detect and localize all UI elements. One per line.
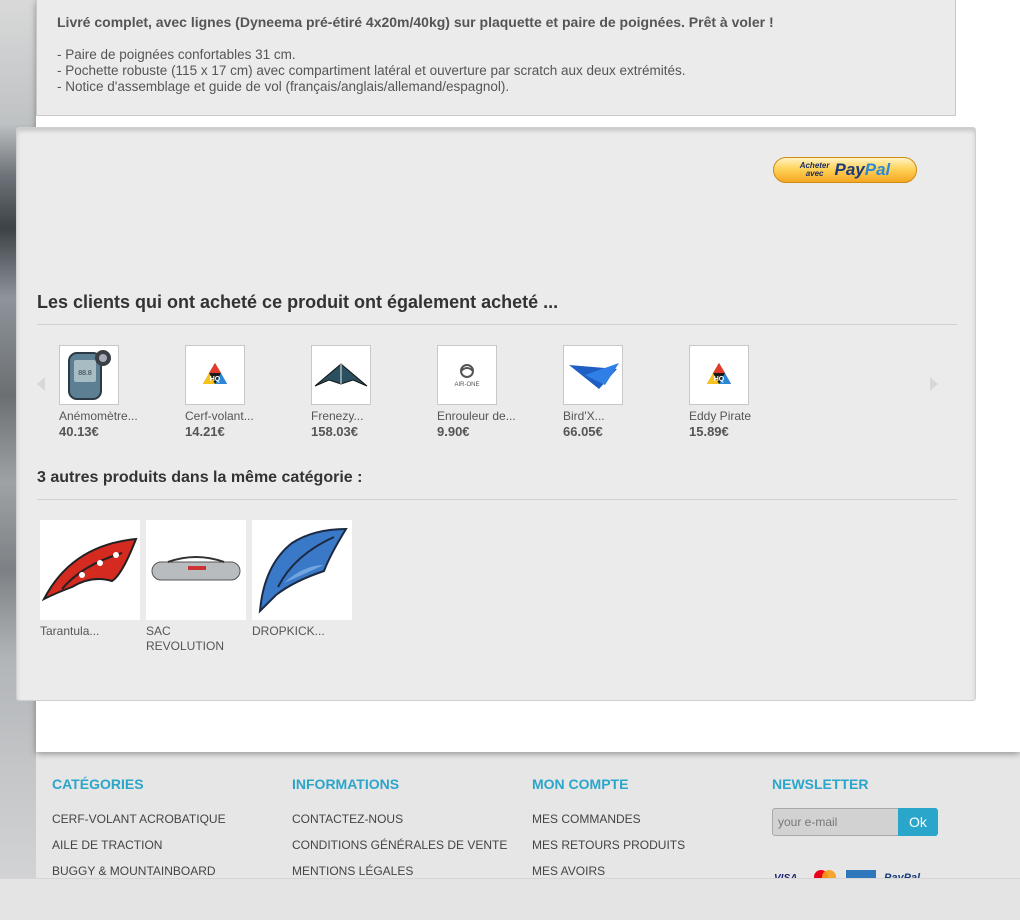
product-name[interactable]: Enrouleur de... — [437, 409, 547, 423]
blue-kite-icon[interactable] — [252, 520, 352, 620]
footer-heading: MON COMPTE — [532, 776, 629, 792]
product-description: Livré complet, avec lignes (Dyneema pré-… — [36, 0, 956, 116]
product-name[interactable]: Frenezy... — [311, 409, 421, 423]
air-one-logo-icon[interactable]: AIR-ONE — [437, 345, 497, 405]
anemometer-icon[interactable]: 88.8 — [59, 345, 119, 405]
svg-text:HQ: HQ — [210, 376, 221, 383]
carousel-next-arrow[interactable] — [930, 377, 938, 391]
newsletter-submit-button[interactable]: Ok — [898, 808, 938, 836]
cross-selling-item[interactable]: HQ Eddy Pirate 15.89€ — [689, 345, 799, 439]
product-price: 15.89€ — [689, 424, 729, 439]
footer-link[interactable]: MES COMMANDES — [532, 812, 685, 838]
category-product-item[interactable]: Tarantula... — [40, 520, 140, 639]
product-name[interactable]: Tarantula... — [40, 624, 140, 639]
description-line: - Notice d'assemblage et guide de vol (f… — [57, 79, 510, 94]
product-name[interactable]: SAC REVOLUTION — [146, 624, 246, 654]
svg-text:88.8: 88.8 — [78, 370, 92, 377]
cross-selling-item[interactable]: Frenezy... 158.03€ — [311, 345, 421, 439]
paypal-button[interactable]: Acheter avec PayPal — [773, 157, 917, 183]
cross-selling-item[interactable]: Bird'X... 66.05€ — [563, 345, 673, 439]
product-name[interactable]: Eddy Pirate — [689, 409, 799, 423]
footer-informations: INFORMATIONS CONTACTEZ-NOUS CONDITIONS G… — [292, 776, 507, 890]
carousel-prev-arrow[interactable] — [37, 377, 45, 391]
footer-link[interactable]: CONTACTEZ-NOUS — [292, 812, 507, 838]
footer-link[interactable]: CERF-VOLANT ACROBATIQUE — [52, 812, 226, 838]
divider — [37, 499, 957, 500]
stunt-kite-icon[interactable] — [311, 345, 371, 405]
kite-bag-icon[interactable] — [146, 520, 246, 620]
cross-selling-item[interactable]: AIR-ONE Enrouleur de... 9.90€ — [437, 345, 547, 439]
svg-text:HQ: HQ — [714, 376, 725, 383]
product-name[interactable]: Anémomètre... — [59, 409, 169, 423]
category-product-item[interactable]: SAC REVOLUTION — [146, 520, 246, 654]
footer-link[interactable]: CONDITIONS GÉNÉRALES DE VENTE — [292, 838, 507, 864]
description-lead: Livré complet, avec lignes (Dyneema pré-… — [57, 14, 774, 30]
footer-link[interactable]: MES RETOURS PRODUITS — [532, 838, 685, 864]
product-extra-panel: Acheter avec PayPal Les clients qui ont … — [16, 127, 976, 701]
paypal-button-text: Acheter avec — [799, 161, 830, 178]
product-price: 158.03€ — [311, 424, 358, 439]
product-price: 40.13€ — [59, 424, 99, 439]
description-line: - Paire de poignées confortables 31 cm. — [57, 47, 296, 62]
divider — [37, 324, 957, 325]
red-kite-icon[interactable] — [40, 520, 140, 620]
footer-heading: CATÉGORIES — [52, 776, 144, 792]
category-products-title: 3 autres produits dans la même catégorie… — [37, 469, 363, 486]
category-product-item[interactable]: DROPKICK... — [252, 520, 352, 639]
hq-logo-icon[interactable]: HQ — [689, 345, 749, 405]
cross-selling-title: Les clients qui ont acheté ce produit on… — [37, 292, 559, 312]
footer-link[interactable]: AILE DE TRACTION — [52, 838, 226, 864]
paypal-logo: PayPal — [834, 160, 891, 179]
newsletter-email-input[interactable] — [772, 808, 900, 836]
description-line: - Pochette robuste (115 x 17 cm) avec co… — [57, 63, 686, 78]
product-price: 14.21€ — [185, 424, 225, 439]
footer-newsletter: NEWSLETTER — [772, 776, 868, 812]
blue-kite-icon[interactable] — [563, 345, 623, 405]
cross-selling-item[interactable]: HQ Cerf-volant... 14.21€ — [185, 345, 295, 439]
footer-heading: NEWSLETTER — [772, 776, 869, 792]
product-name[interactable]: Bird'X... — [563, 409, 673, 423]
cross-selling-item[interactable]: 88.8 Anémomètre... 40.13€ — [59, 345, 169, 439]
svg-text:AIR-ONE: AIR-ONE — [454, 382, 479, 388]
footer-categories: CATÉGORIES CERF-VOLANT ACROBATIQUE AILE … — [52, 776, 226, 890]
product-price: 66.05€ — [563, 424, 603, 439]
browser-bottom-bar — [0, 878, 1020, 920]
footer-account: MON COMPTE MES COMMANDES MES RETOURS PRO… — [532, 776, 685, 890]
hq-logo-icon[interactable]: HQ — [185, 345, 245, 405]
product-price: 9.90€ — [437, 424, 470, 439]
footer-heading: INFORMATIONS — [292, 776, 400, 792]
product-name[interactable]: DROPKICK... — [252, 624, 352, 639]
product-name[interactable]: Cerf-volant... — [185, 409, 295, 423]
